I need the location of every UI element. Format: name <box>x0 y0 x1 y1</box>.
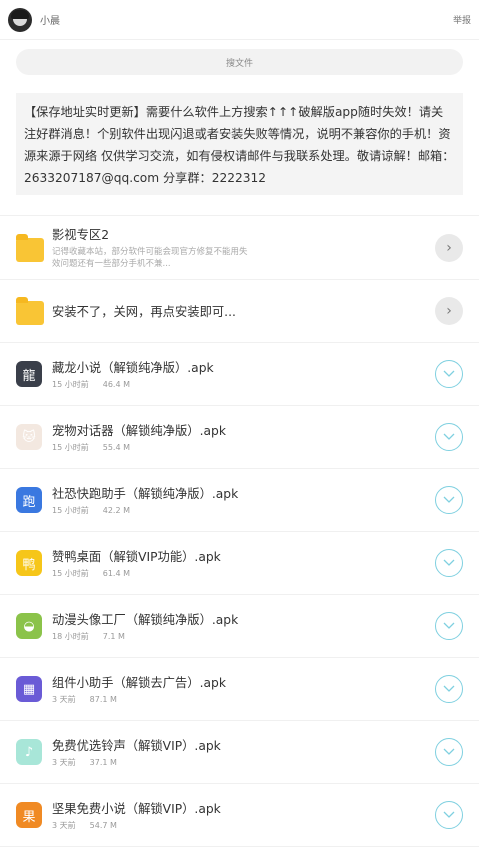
file-time: 15 小时前 <box>52 569 89 578</box>
folder-title: 安装不了，关网，再点安装即可... <box>52 305 236 319</box>
download-icon[interactable] <box>435 801 463 829</box>
file-row[interactable]: ◒ 动漫头像工厂（解锁纯净版）.apk 18 小时前 7.1 M <box>0 595 479 658</box>
notice-text: 【保存地址实时更新】需要什么软件上方搜索↑↑↑破解版app随时失效！请关注好群消… <box>16 93 463 195</box>
download-icon[interactable] <box>435 423 463 451</box>
widget-icon: ▦ <box>16 676 42 702</box>
runner-icon: 跑 <box>16 487 42 513</box>
file-size: 54.7 M <box>89 821 117 830</box>
file-title: 藏龙小说（解锁纯净版）.apk <box>52 361 214 375</box>
download-icon[interactable] <box>435 486 463 514</box>
download-icon[interactable] <box>435 675 463 703</box>
file-size: 7.1 M <box>102 632 125 641</box>
file-time: 3 天前 <box>52 821 76 830</box>
folder-icon <box>16 297 44 325</box>
file-size: 46.4 M <box>102 380 130 389</box>
chevron-right-icon[interactable]: › <box>435 297 463 325</box>
file-row[interactable]: 龍藏龙小说（解锁纯净版）.apk 15 小时前 46.4 M <box>0 343 479 406</box>
file-row[interactable]: 鸭赞鸭桌面（解锁VIP功能）.apk 15 小时前 61.4 M <box>0 532 479 595</box>
file-time: 15 小时前 <box>52 380 89 389</box>
nut-icon: 果 <box>16 802 42 828</box>
folder-row[interactable]: 安装不了，关网，再点安装即可... › <box>0 280 479 343</box>
folder-icon <box>16 233 44 262</box>
top-bar: 小晨 举报 <box>0 0 479 40</box>
file-title: 社恐快跑助手（解锁纯净版）.apk <box>52 487 239 501</box>
file-title: 赞鸭桌面（解锁VIP功能）.apk <box>52 550 221 564</box>
report-button[interactable]: 举报 <box>453 13 471 26</box>
file-time: 3 天前 <box>52 695 76 704</box>
file-title: 坚果免费小说（解锁VIP）.apk <box>52 802 221 816</box>
file-time: 15 小时前 <box>52 506 89 515</box>
file-size: 37.1 M <box>89 758 117 767</box>
file-time: 18 小时前 <box>52 632 89 641</box>
duck-icon: 鸭 <box>16 550 42 576</box>
file-row[interactable]: ▦ 组件小助手（解锁去广告）.apk 3 天前 87.1 M <box>0 658 479 721</box>
file-time: 3 天前 <box>52 758 76 767</box>
file-title: 动漫头像工厂（解锁纯净版）.apk <box>52 613 239 627</box>
username[interactable]: 小晨 <box>40 12 60 27</box>
folder-title: 影视专区2 <box>52 228 110 242</box>
file-row[interactable]: 跑社恐快跑助手（解锁纯净版）.apk 15 小时前 42.2 M <box>0 469 479 532</box>
download-icon[interactable] <box>435 738 463 766</box>
file-time: 15 小时前 <box>52 443 89 452</box>
search-placeholder: 搜文件 <box>225 58 253 69</box>
file-size: 42.2 M <box>102 506 130 515</box>
file-row[interactable]: ♪ 免费优选铃声（解锁VIP）.apk 3 天前 37.1 M <box>0 721 479 784</box>
folder-row[interactable]: 影视专区2 记得收藏本站，部分软件可能会现官方修复不能用失效问题还有一些部分手机… <box>0 216 479 280</box>
folder-description: 记得收藏本站，部分软件可能会现官方修复不能用失效问题还有一些部分手机不兼... <box>52 247 248 269</box>
pet-icon: 🐱 <box>16 424 42 450</box>
avatar[interactable] <box>8 7 32 32</box>
file-list: 龍藏龙小说（解锁纯净版）.apk 15 小时前 46.4 M 🐱 宠物对话器（解锁纯净版… <box>0 343 479 847</box>
search-input[interactable]: 搜文件 <box>16 49 463 75</box>
dragon-icon: 龍 <box>16 361 42 387</box>
ringtone-icon: ♪ <box>16 739 42 765</box>
download-icon[interactable] <box>435 549 463 577</box>
file-row[interactable]: 🐱 宠物对话器（解锁纯净版）.apk 15 小时前 55.4 M <box>0 406 479 469</box>
file-title: 宠物对话器（解锁纯净版）.apk <box>52 424 226 438</box>
divider <box>0 195 479 216</box>
download-icon[interactable] <box>435 612 463 640</box>
android-icon: ◒ <box>16 613 42 639</box>
download-icon[interactable] <box>435 360 463 388</box>
file-size: 87.1 M <box>89 695 117 704</box>
chevron-right-icon[interactable]: › <box>435 233 463 262</box>
file-size: 55.4 M <box>102 443 130 452</box>
file-title: 组件小助手（解锁去广告）.apk <box>52 676 226 690</box>
file-size: 61.4 M <box>102 569 130 578</box>
file-title: 免费优选铃声（解锁VIP）.apk <box>52 739 221 753</box>
file-row[interactable]: 果坚果免费小说（解锁VIP）.apk 3 天前 54.7 M <box>0 784 479 847</box>
